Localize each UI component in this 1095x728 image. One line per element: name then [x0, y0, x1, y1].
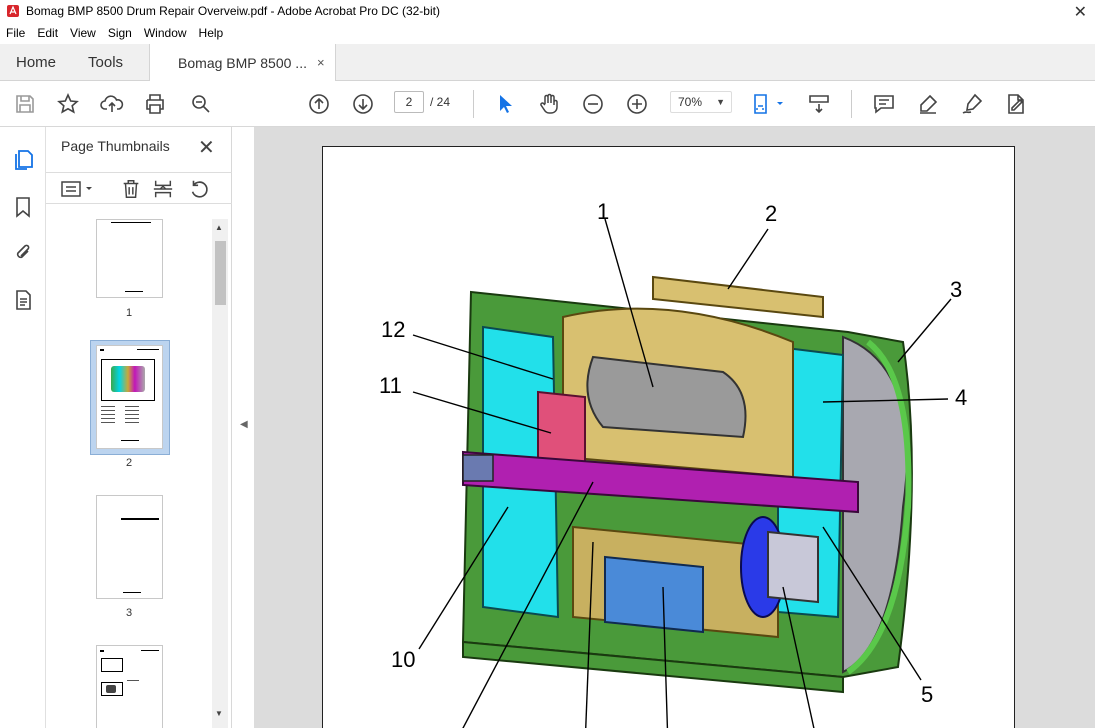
comment-icon[interactable] — [871, 91, 897, 117]
page-total: / 24 — [430, 95, 451, 109]
title-bar: Bomag BMP 8500 Drum Repair Overveiw.pdf … — [0, 0, 1095, 22]
panel-title: Page Thumbnails — [61, 138, 170, 154]
page-number-input[interactable]: 2 — [394, 91, 424, 113]
bookmarks-icon[interactable] — [11, 195, 35, 219]
panel-collapse-handle[interactable]: ◀ — [232, 127, 254, 728]
menu-sign[interactable]: Sign — [102, 26, 138, 40]
thumbnail-scrollbar[interactable]: ▲ ▼ — [212, 219, 228, 728]
hand-tool-icon[interactable] — [536, 91, 562, 117]
zoom-in-icon[interactable] — [624, 91, 650, 117]
callout-12: 12 — [381, 317, 405, 342]
page-thumbnails-icon[interactable] — [11, 148, 35, 172]
tab-bar: Home Tools Bomag BMP 8500 ... × — [0, 44, 1095, 82]
window-close-button[interactable]: ✕ — [1074, 2, 1087, 22]
pdf-page[interactable]: 1 2 3 4 5 10 11 12 — [322, 146, 1015, 728]
zoom-value: 70% — [678, 95, 703, 109]
chevron-left-icon: ◀ — [240, 419, 248, 430]
chevron-down-icon: ▼ — [716, 97, 725, 107]
print-icon[interactable] — [142, 91, 168, 117]
menu-file[interactable]: File — [0, 26, 31, 40]
callout-11: 11 — [379, 373, 402, 398]
find-zoom-icon[interactable] — [188, 91, 214, 117]
callout-2: 2 — [765, 201, 777, 226]
callout-1: 1 — [597, 199, 609, 224]
callout-5: 5 — [921, 682, 933, 707]
menu-view[interactable]: View — [64, 26, 102, 40]
delete-page-icon[interactable] — [120, 178, 142, 200]
next-page-icon[interactable] — [350, 91, 376, 117]
left-rail — [0, 127, 46, 728]
insert-page-icon[interactable] — [152, 178, 174, 200]
callout-4: 4 — [955, 385, 967, 410]
scrollbar-thumb[interactable] — [215, 241, 226, 305]
menu-edit[interactable]: Edit — [31, 26, 64, 40]
scroll-down-icon[interactable]: ▼ — [215, 709, 223, 718]
callout-10: 10 — [391, 647, 415, 672]
thumbnail-page-3[interactable] — [96, 495, 163, 599]
panel-close-button[interactable]: ✕ — [198, 135, 215, 160]
zoom-select[interactable]: 70% ▼ — [670, 91, 732, 113]
tab-close-button[interactable]: × — [317, 55, 325, 70]
scroll-mode-icon[interactable] — [806, 91, 832, 117]
highlight-pen-icon[interactable] — [915, 91, 941, 117]
sign-pen-icon[interactable] — [959, 91, 985, 117]
document-canvas: 1 2 3 4 5 10 11 12 — [254, 127, 1095, 728]
thumbnail-page-4[interactable] — [96, 645, 163, 728]
layers-document-icon[interactable] — [11, 288, 35, 312]
tab-home[interactable]: Home — [0, 44, 72, 80]
fit-page-icon[interactable] — [750, 91, 786, 117]
previous-page-icon[interactable] — [306, 91, 332, 117]
thumbnail-list: 1 2 3 — [46, 214, 212, 728]
window-title: Bomag BMP 8500 Drum Repair Overveiw.pdf … — [26, 4, 440, 18]
thumbnail-label: 3 — [125, 607, 133, 619]
fill-sign-icon[interactable] — [1003, 91, 1029, 117]
zoom-out-icon[interactable] — [580, 91, 606, 117]
share-upload-icon[interactable] — [99, 91, 125, 117]
tab-document-label: Bomag BMP 8500 ... — [178, 54, 307, 71]
thumbnail-page-2[interactable] — [96, 345, 163, 449]
thumbnail-options-icon[interactable] — [60, 179, 96, 199]
star-bookmark-icon[interactable] — [55, 91, 81, 117]
menu-window[interactable]: Window — [138, 26, 193, 40]
scroll-up-icon[interactable]: ▲ — [215, 223, 223, 232]
thumbnail-label: 2 — [125, 457, 133, 469]
thumbnails-panel: Page Thumbnails ✕ 1 2 3 — [46, 127, 232, 728]
tab-document[interactable]: Bomag BMP 8500 ... × — [149, 44, 336, 82]
acrobat-logo-icon — [7, 5, 19, 17]
toolbar-divider — [473, 90, 474, 118]
toolbar-divider — [851, 90, 852, 118]
panel-toolbar — [46, 172, 232, 204]
rotate-page-icon[interactable] — [188, 178, 210, 200]
thumbnail-page-1[interactable] — [96, 219, 163, 298]
menu-bar: File Edit View Sign Window Help — [0, 22, 1095, 44]
menu-help[interactable]: Help — [193, 26, 230, 40]
callout-3: 3 — [950, 277, 962, 302]
thumbnail-label: 1 — [125, 307, 133, 319]
select-cursor-icon[interactable] — [492, 91, 518, 117]
drum-cutaway-drawing: 1 2 3 4 5 10 11 12 — [379, 199, 967, 728]
save-icon[interactable] — [12, 91, 38, 117]
tab-tools[interactable]: Tools — [72, 44, 139, 80]
attachments-icon[interactable] — [11, 241, 35, 265]
